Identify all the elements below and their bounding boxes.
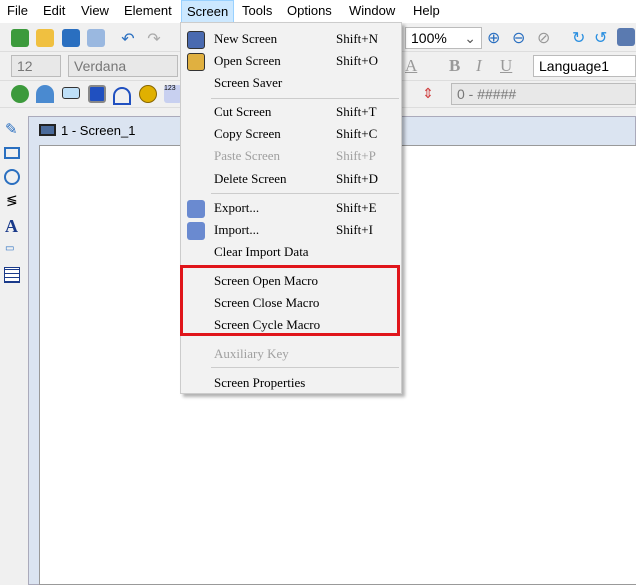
language-select[interactable]: Language1 — [533, 55, 636, 77]
menu-item-copy-screen[interactable]: Copy Screen Shift+C — [214, 126, 399, 146]
rotate-left-icon[interactable]: ↺ — [594, 28, 612, 47]
save-as-icon[interactable] — [87, 29, 105, 47]
export-icon — [187, 200, 205, 218]
on-button-icon[interactable] — [11, 85, 29, 103]
menu-element[interactable]: Element — [124, 3, 172, 18]
zoom-out-icon[interactable]: ⊖ — [512, 28, 530, 47]
polyline-icon[interactable]: ≶ — [6, 192, 18, 209]
separator — [211, 98, 399, 99]
menu-item-screen-saver[interactable]: Screen Saver — [214, 75, 399, 95]
layer-icon[interactable] — [617, 28, 635, 46]
scale-icon[interactable]: ▭ — [5, 243, 14, 254]
screen-icon — [39, 124, 56, 136]
menu-window[interactable]: Window — [349, 3, 395, 18]
menu-item-clear-import-data[interactable]: Clear Import Data — [214, 244, 399, 264]
menu-help[interactable]: Help — [413, 3, 440, 18]
label: Auxiliary Key — [214, 346, 289, 361]
shortcut: Shift+O — [336, 53, 379, 68]
table-icon[interactable] — [4, 267, 20, 283]
menu-edit[interactable]: Edit — [43, 3, 65, 18]
menu-view[interactable]: View — [81, 3, 109, 18]
pencil-icon[interactable]: ✎ — [5, 120, 18, 138]
label: Import... — [214, 222, 260, 237]
text-icon[interactable]: A — [5, 216, 18, 237]
gauge-icon[interactable] — [113, 87, 131, 105]
label: Screen Saver — [214, 75, 283, 90]
shortcut: Shift+I — [336, 222, 373, 237]
redo-icon[interactable]: ↷ — [145, 29, 163, 48]
menu-options[interactable]: Options — [287, 3, 332, 18]
menu-file[interactable]: File — [7, 3, 28, 18]
screen-tab-title[interactable]: 1 - Screen_1 — [61, 123, 135, 138]
menu-item-screen-properties[interactable]: Screen Properties — [214, 375, 399, 395]
menu-item-delete-screen[interactable]: Delete Screen Shift+D — [214, 171, 399, 191]
shortcut: Shift+P — [336, 148, 376, 163]
rotate-right-icon[interactable]: ↻ — [572, 28, 590, 47]
font-size-select[interactable]: 12 — [11, 55, 61, 77]
menu-screen[interactable]: Screen — [181, 0, 235, 23]
separator — [211, 193, 399, 194]
zoom-in-icon[interactable]: ⊕ — [487, 28, 505, 47]
flip-icon[interactable]: ⇕ — [419, 85, 437, 103]
zoom-fit-icon[interactable]: ⊘ — [537, 28, 555, 47]
label: Paste Screen — [214, 148, 281, 163]
bar-icon[interactable] — [62, 87, 80, 99]
meter-icon[interactable] — [36, 85, 54, 103]
menu-item-cut-screen[interactable]: Cut Screen Shift+T — [214, 104, 399, 124]
shortcut: Shift+C — [336, 126, 378, 141]
label: Export... — [214, 200, 260, 215]
import-icon — [187, 222, 205, 240]
format-select[interactable]: 0 - ##### — [451, 83, 636, 105]
label: Open Screen — [214, 53, 281, 68]
menu-item-new-screen[interactable]: New Screen Shift+N — [214, 31, 399, 51]
menu-item-paste-screen: Paste Screen Shift+P — [214, 148, 399, 168]
circle-icon[interactable] — [4, 169, 20, 185]
shortcut: Shift+T — [336, 104, 377, 119]
new-screen-icon — [187, 31, 205, 49]
format-value: 0 - ##### — [457, 86, 517, 102]
menu-item-export[interactable]: Export... Shift+E — [214, 200, 399, 220]
menu-item-auxiliary-key: Auxiliary Key — [214, 346, 399, 366]
zoom-value: 100% — [411, 30, 447, 46]
label: Clear Import Data — [214, 244, 309, 259]
menu-item-open-screen[interactable]: Open Screen Shift+O — [214, 53, 399, 73]
chevron-down-icon: ⌄ — [464, 30, 476, 46]
menu-item-import[interactable]: Import... Shift+I — [214, 222, 399, 242]
undo-icon[interactable]: ↶ — [119, 29, 137, 48]
font-size-value: 12 — [17, 58, 33, 74]
label: Cut Screen — [214, 104, 272, 119]
menu-tools[interactable]: Tools — [242, 3, 272, 18]
underline-icon[interactable]: U — [500, 56, 512, 76]
drawing-toolbar: ✎ ≶ A ▭ — [0, 112, 26, 585]
tank-icon[interactable] — [88, 85, 106, 103]
zoom-select[interactable]: 100% ⌄ — [405, 27, 482, 49]
screen-menu: New Screen Shift+N Open Screen Shift+O Scr… — [180, 22, 402, 394]
font-name-value: Verdana — [74, 58, 127, 74]
rectangle-icon[interactable] — [4, 147, 20, 159]
bold-icon[interactable]: B — [449, 56, 460, 76]
open-screen-icon — [187, 53, 205, 71]
language-value: Language1 — [539, 58, 610, 74]
save-icon[interactable] — [62, 29, 80, 47]
new-icon[interactable] — [11, 29, 29, 47]
italic-icon[interactable]: I — [476, 56, 482, 76]
font-name-select[interactable]: Verdana — [68, 55, 178, 77]
label: Delete Screen — [214, 171, 287, 186]
shortcut: Shift+E — [336, 200, 377, 215]
menu-bar: File Edit View Element Screen Tools Opti… — [0, 0, 636, 23]
label: Screen Properties — [214, 375, 306, 390]
highlight-box — [180, 265, 400, 336]
font-color-icon[interactable]: A — [405, 56, 417, 76]
open-icon[interactable] — [36, 29, 54, 47]
separator — [211, 367, 399, 368]
label: Copy Screen — [214, 126, 281, 141]
shortcut: Shift+N — [336, 31, 379, 46]
lamp-icon[interactable] — [139, 85, 157, 103]
shortcut: Shift+D — [336, 171, 379, 186]
label: New Screen — [214, 31, 278, 46]
